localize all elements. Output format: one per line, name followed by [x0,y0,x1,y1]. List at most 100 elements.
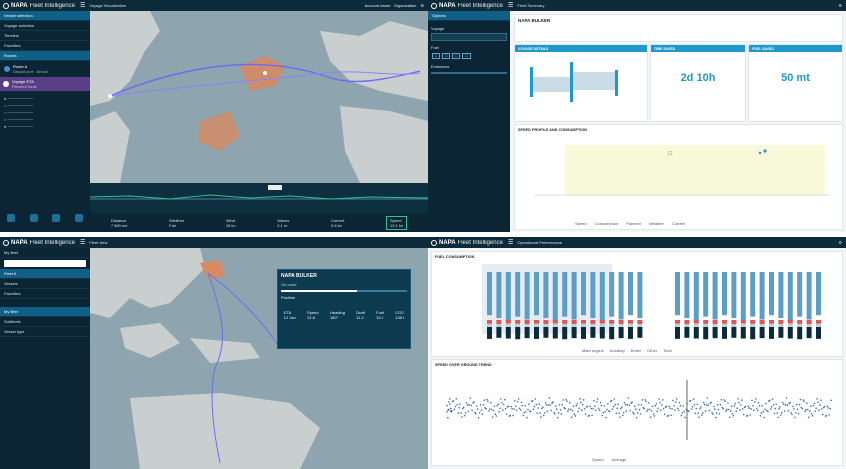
fleet-search[interactable] [4,260,86,267]
timeline[interactable] [89,183,428,213]
scatter-point [502,403,505,406]
bar-segment [759,272,765,320]
print-icon[interactable] [52,214,61,222]
scatter-point [496,405,498,407]
option-emissions[interactable]: Emissions [431,64,507,69]
scatter-point [759,414,762,417]
fleet-selector[interactable]: My fleet [0,248,90,258]
menu-icon[interactable]: ☰ [508,2,513,9]
voyage-input[interactable] [431,33,507,41]
scatter-point [702,401,705,404]
scatter-point [813,402,816,405]
scatter-point [655,403,658,405]
routes-section-header[interactable]: Routes [0,51,90,61]
emissions-slider[interactable] [431,72,507,74]
atlantic-map[interactable] [90,11,428,183]
options-panel: Options Voyage Fuel □ □ □ □ Emissions [428,11,510,232]
scatter-point [633,413,635,415]
bar-segment [759,327,765,339]
scatter-point [537,407,539,409]
scatter-point [667,414,670,417]
filter-subfleets[interactable]: Subfleets [0,317,90,327]
scatter-point [493,405,496,408]
scatter-point [465,402,468,404]
bar-segment [750,327,756,340]
fuel-toggle[interactable]: □ [462,53,471,59]
filter-vessel-type[interactable]: Vessel type [0,327,90,337]
scatter-point [772,404,775,406]
vessel-popup[interactable]: NAPA BULKER On route Position ETA 12 Jan … [277,269,411,349]
scatter-point [739,409,741,411]
filter-header[interactable]: My filter [0,307,90,317]
fleet-item-favorites[interactable]: Favorites [0,289,90,299]
settings-icon[interactable]: ⚙ [838,3,842,8]
waypoint-row[interactable]: ○ ───────── [4,116,86,123]
bar-segment [496,324,502,328]
fuel-toggle[interactable]: □ [442,53,451,59]
sidebar-item-3[interactable]: Favorites [0,41,90,51]
bar-segment [797,324,803,327]
scatter-point [504,407,507,410]
route-b-badge-icon[interactable] [3,81,9,87]
fleet-group-header[interactable]: Fleet A [0,269,90,279]
bar-segment [552,324,558,327]
scatter-point [569,408,572,411]
waypoint-row[interactable]: ● ───────── [4,123,86,130]
scatter-point [818,409,820,411]
scatter-point [694,412,697,415]
scatter-point [556,416,559,419]
bar-segment [571,327,577,339]
share-icon[interactable] [7,214,16,222]
options-header[interactable]: Options [428,11,510,21]
waypoint-row[interactable]: ○ ───────── [4,109,86,116]
info-icon[interactable] [74,214,83,222]
menu-icon[interactable]: ☰ [80,2,85,9]
scatter-point [755,398,757,400]
bar-segment [609,272,615,317]
route-a-badge-icon[interactable] [4,66,10,72]
bar-segment [590,327,596,338]
scatter-point [707,404,710,406]
scatter-point [784,404,787,406]
fuel-toggle[interactable]: □ [452,53,461,59]
sidebar-item-1[interactable]: Voyage selection [0,21,90,31]
settings-icon[interactable]: ⚙ [420,3,424,8]
fuel-chart-legend: Main engine Auxiliary Boiler Other Total [582,348,672,353]
waypoint-row[interactable]: ○ ───────── [4,102,86,109]
bar-segment [778,327,784,338]
scatter-point [532,408,535,410]
option-fuel[interactable]: Fuel [431,45,507,50]
scatter-point [742,413,745,416]
scatter-point [500,398,502,400]
bar-segment [816,327,821,339]
scatter-point [697,412,699,414]
option-voyage[interactable]: Voyage [431,26,507,31]
scatter-point [463,414,466,417]
sidebar-item-2[interactable]: Timeline [0,31,90,41]
user-name[interactable]: Account name · Organization [365,3,417,8]
fuel-toggle[interactable]: □ [432,53,441,59]
scatter-point [726,408,728,411]
settings-icon[interactable]: ⚙ [838,240,842,245]
waypoint-row[interactable]: ● ───────── [4,95,86,102]
scatter-point [622,414,624,417]
scatter-point [591,414,593,417]
scatter-point [603,405,605,407]
scatter-point [799,398,802,401]
scatter-point [789,401,791,404]
scatter-point [756,409,759,412]
scatter-point [470,404,472,407]
scatter-point [652,413,655,415]
scatter-point [560,413,563,415]
menu-icon[interactable]: ☰ [508,239,513,246]
scatter-point [446,404,448,407]
bar-segment [534,327,539,339]
bar-segment [552,327,558,339]
scatter-point [589,405,591,408]
save-icon[interactable] [29,214,38,222]
sidebar-item-0[interactable]: Vessel selection [0,11,90,21]
fleet-item-vessels[interactable]: Vessels [0,279,90,289]
scatter-point [780,414,782,416]
menu-icon[interactable]: ☰ [80,239,85,246]
bar-segment [505,272,511,321]
